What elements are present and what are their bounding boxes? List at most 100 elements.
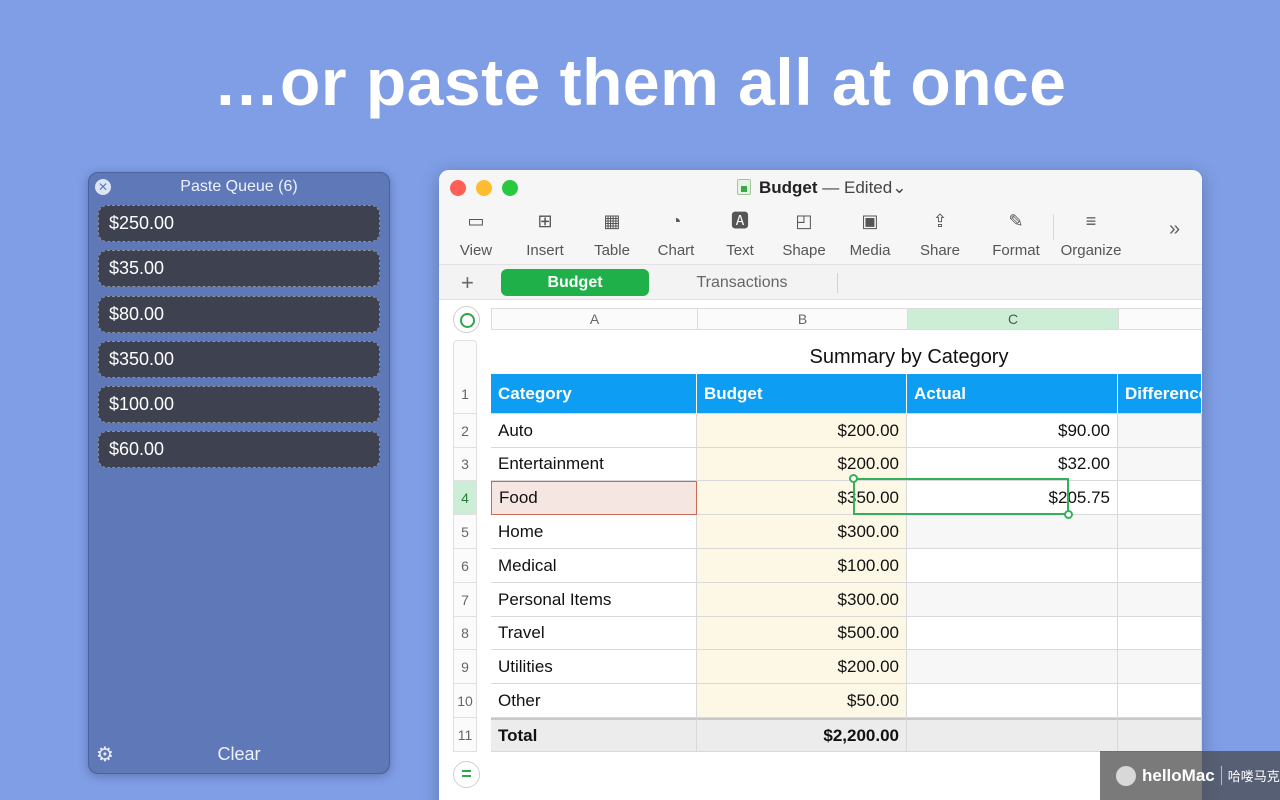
actual-cell[interactable] — [907, 549, 1118, 583]
queue-item[interactable]: $80.00 — [98, 295, 380, 333]
difference-cell[interactable] — [1118, 617, 1202, 650]
difference-cell[interactable] — [1118, 650, 1202, 684]
media-icon: ▣ — [861, 211, 879, 231]
total-label-cell[interactable]: Total — [491, 718, 697, 752]
toolbar-divider — [1053, 214, 1054, 240]
row-header[interactable]: 8 — [453, 617, 477, 650]
difference-cell[interactable] — [1118, 481, 1202, 515]
column-header-c[interactable]: C — [907, 308, 1118, 330]
toolbar-text[interactable]: 🅰 Text — [705, 208, 775, 259]
actual-cell[interactable] — [907, 650, 1118, 684]
actual-cell[interactable] — [907, 583, 1118, 617]
difference-cell[interactable] — [1118, 549, 1202, 583]
difference-cell[interactable] — [1118, 448, 1202, 481]
total-actual-cell[interactable] — [907, 718, 1118, 752]
tab-transactions[interactable]: Transactions — [667, 269, 817, 296]
category-cell[interactable]: Auto — [491, 414, 697, 448]
budget-cell[interactable]: $300.00 — [697, 583, 907, 617]
category-cell[interactable]: Other — [491, 684, 697, 718]
row-header[interactable]: 4 — [453, 481, 477, 515]
minimize-window-button[interactable] — [476, 180, 492, 196]
toolbar-format[interactable]: ✎ Format — [981, 208, 1051, 259]
actual-cell[interactable] — [907, 684, 1118, 718]
header-cell[interactable]: Difference — [1118, 374, 1202, 414]
actual-cell[interactable]: $32.00 — [907, 448, 1118, 481]
table-row: Medical $100.00 — [491, 549, 1202, 583]
toolbar-share[interactable]: ⇪ Share — [905, 208, 975, 259]
difference-cell[interactable] — [1118, 684, 1202, 718]
column-header-a[interactable]: A — [491, 308, 697, 330]
row-header[interactable]: 10 — [453, 684, 477, 718]
difference-cell[interactable] — [1118, 583, 1202, 617]
budget-cell[interactable]: $200.00 — [697, 448, 907, 481]
actual-cell[interactable] — [907, 515, 1118, 549]
text-icon: 🅰 — [731, 211, 749, 231]
table-row: Other $50.00 — [491, 684, 1202, 718]
queue-item[interactable]: $350.00 — [98, 340, 380, 378]
row-header[interactable]: 1 — [453, 374, 477, 414]
tab-budget[interactable]: Budget — [501, 269, 649, 296]
queue-item[interactable]: $100.00 — [98, 386, 380, 424]
clear-button[interactable]: Clear — [89, 744, 389, 765]
row-header[interactable]: 3 — [453, 448, 477, 481]
budget-cell[interactable]: $200.00 — [697, 414, 907, 448]
row-header[interactable]: 7 — [453, 583, 477, 617]
add-sheet-icon[interactable]: + — [461, 270, 474, 296]
organize-icon: ≡ — [1085, 211, 1097, 231]
toolbar-organize[interactable]: ≡ Organize — [1056, 208, 1126, 259]
budget-cell[interactable]: $200.00 — [697, 650, 907, 684]
actual-cell[interactable] — [907, 617, 1118, 650]
table-row: Food $350.00 $205.75 — [491, 481, 1202, 515]
budget-cell[interactable]: $350.00 — [697, 481, 907, 515]
total-difference-cell[interactable] — [1118, 718, 1202, 752]
difference-cell[interactable] — [1118, 515, 1202, 549]
close-window-button[interactable] — [450, 180, 466, 196]
document-title[interactable]: Budget — Edited⌄ — [737, 178, 906, 198]
category-cell[interactable]: Personal Items — [491, 583, 697, 617]
sidebar-icon: ▭ — [467, 211, 485, 231]
actual-cell-selected[interactable]: $205.75 — [907, 481, 1118, 515]
row-headers: 1 2 3 4 5 6 7 8 9 10 11 — [453, 340, 477, 752]
logo-icon — [1116, 765, 1136, 786]
budget-cell[interactable]: $50.00 — [697, 684, 907, 718]
table-title[interactable]: Summary by Category — [491, 340, 1202, 374]
column-header-b[interactable]: B — [697, 308, 907, 330]
category-cell[interactable]: Entertainment — [491, 448, 697, 481]
zoom-window-button[interactable] — [502, 180, 518, 196]
gear-icon[interactable]: ⚙ — [95, 745, 115, 765]
column-header-d[interactable] — [1118, 308, 1202, 330]
queue-item[interactable]: $60.00 — [98, 431, 380, 469]
toolbar-table[interactable]: ▦ Table — [577, 208, 647, 259]
queue-item[interactable]: $250.00 — [98, 205, 380, 242]
difference-cell[interactable] — [1118, 414, 1202, 448]
toolbar-view[interactable]: ▭ View — [441, 208, 511, 259]
header-cell[interactable]: Category — [491, 374, 697, 414]
budget-cell[interactable]: $100.00 — [697, 549, 907, 583]
row-header[interactable]: 11 — [453, 718, 477, 752]
toolbar-chart[interactable]: ◔ Chart — [641, 208, 711, 259]
row-header[interactable]: 6 — [453, 549, 477, 583]
queue-item[interactable]: $35.00 — [98, 250, 380, 288]
row-header[interactable]: 9 — [453, 650, 477, 684]
column-headers: A B C — [491, 308, 1202, 330]
category-cell[interactable]: Travel — [491, 617, 697, 650]
toolbar-insert[interactable]: ⊞ Insert — [510, 208, 580, 259]
budget-cell[interactable]: $300.00 — [697, 515, 907, 549]
select-table-icon[interactable] — [453, 306, 480, 333]
toolbar-media[interactable]: ▣ Media — [835, 208, 905, 259]
chevron-right-double-icon[interactable]: » — [1169, 218, 1180, 241]
total-budget-cell[interactable]: $2,200.00 — [697, 718, 907, 752]
watermark-brand: helloMac — [1142, 765, 1215, 785]
category-cell[interactable]: Food — [491, 481, 697, 515]
add-row-handle-icon[interactable]: = — [453, 761, 480, 788]
category-cell[interactable]: Medical — [491, 549, 697, 583]
row-header[interactable]: 5 — [453, 515, 477, 549]
category-cell[interactable]: Utilities — [491, 650, 697, 684]
budget-cell[interactable]: $500.00 — [697, 617, 907, 650]
row-header[interactable]: 2 — [453, 414, 477, 448]
header-cell[interactable]: Actual — [907, 374, 1118, 414]
actual-cell[interactable]: $90.00 — [907, 414, 1118, 448]
header-cell[interactable]: Budget — [697, 374, 907, 414]
category-cell[interactable]: Home — [491, 515, 697, 549]
toolbar-shape[interactable]: ◰ Shape — [769, 208, 839, 259]
